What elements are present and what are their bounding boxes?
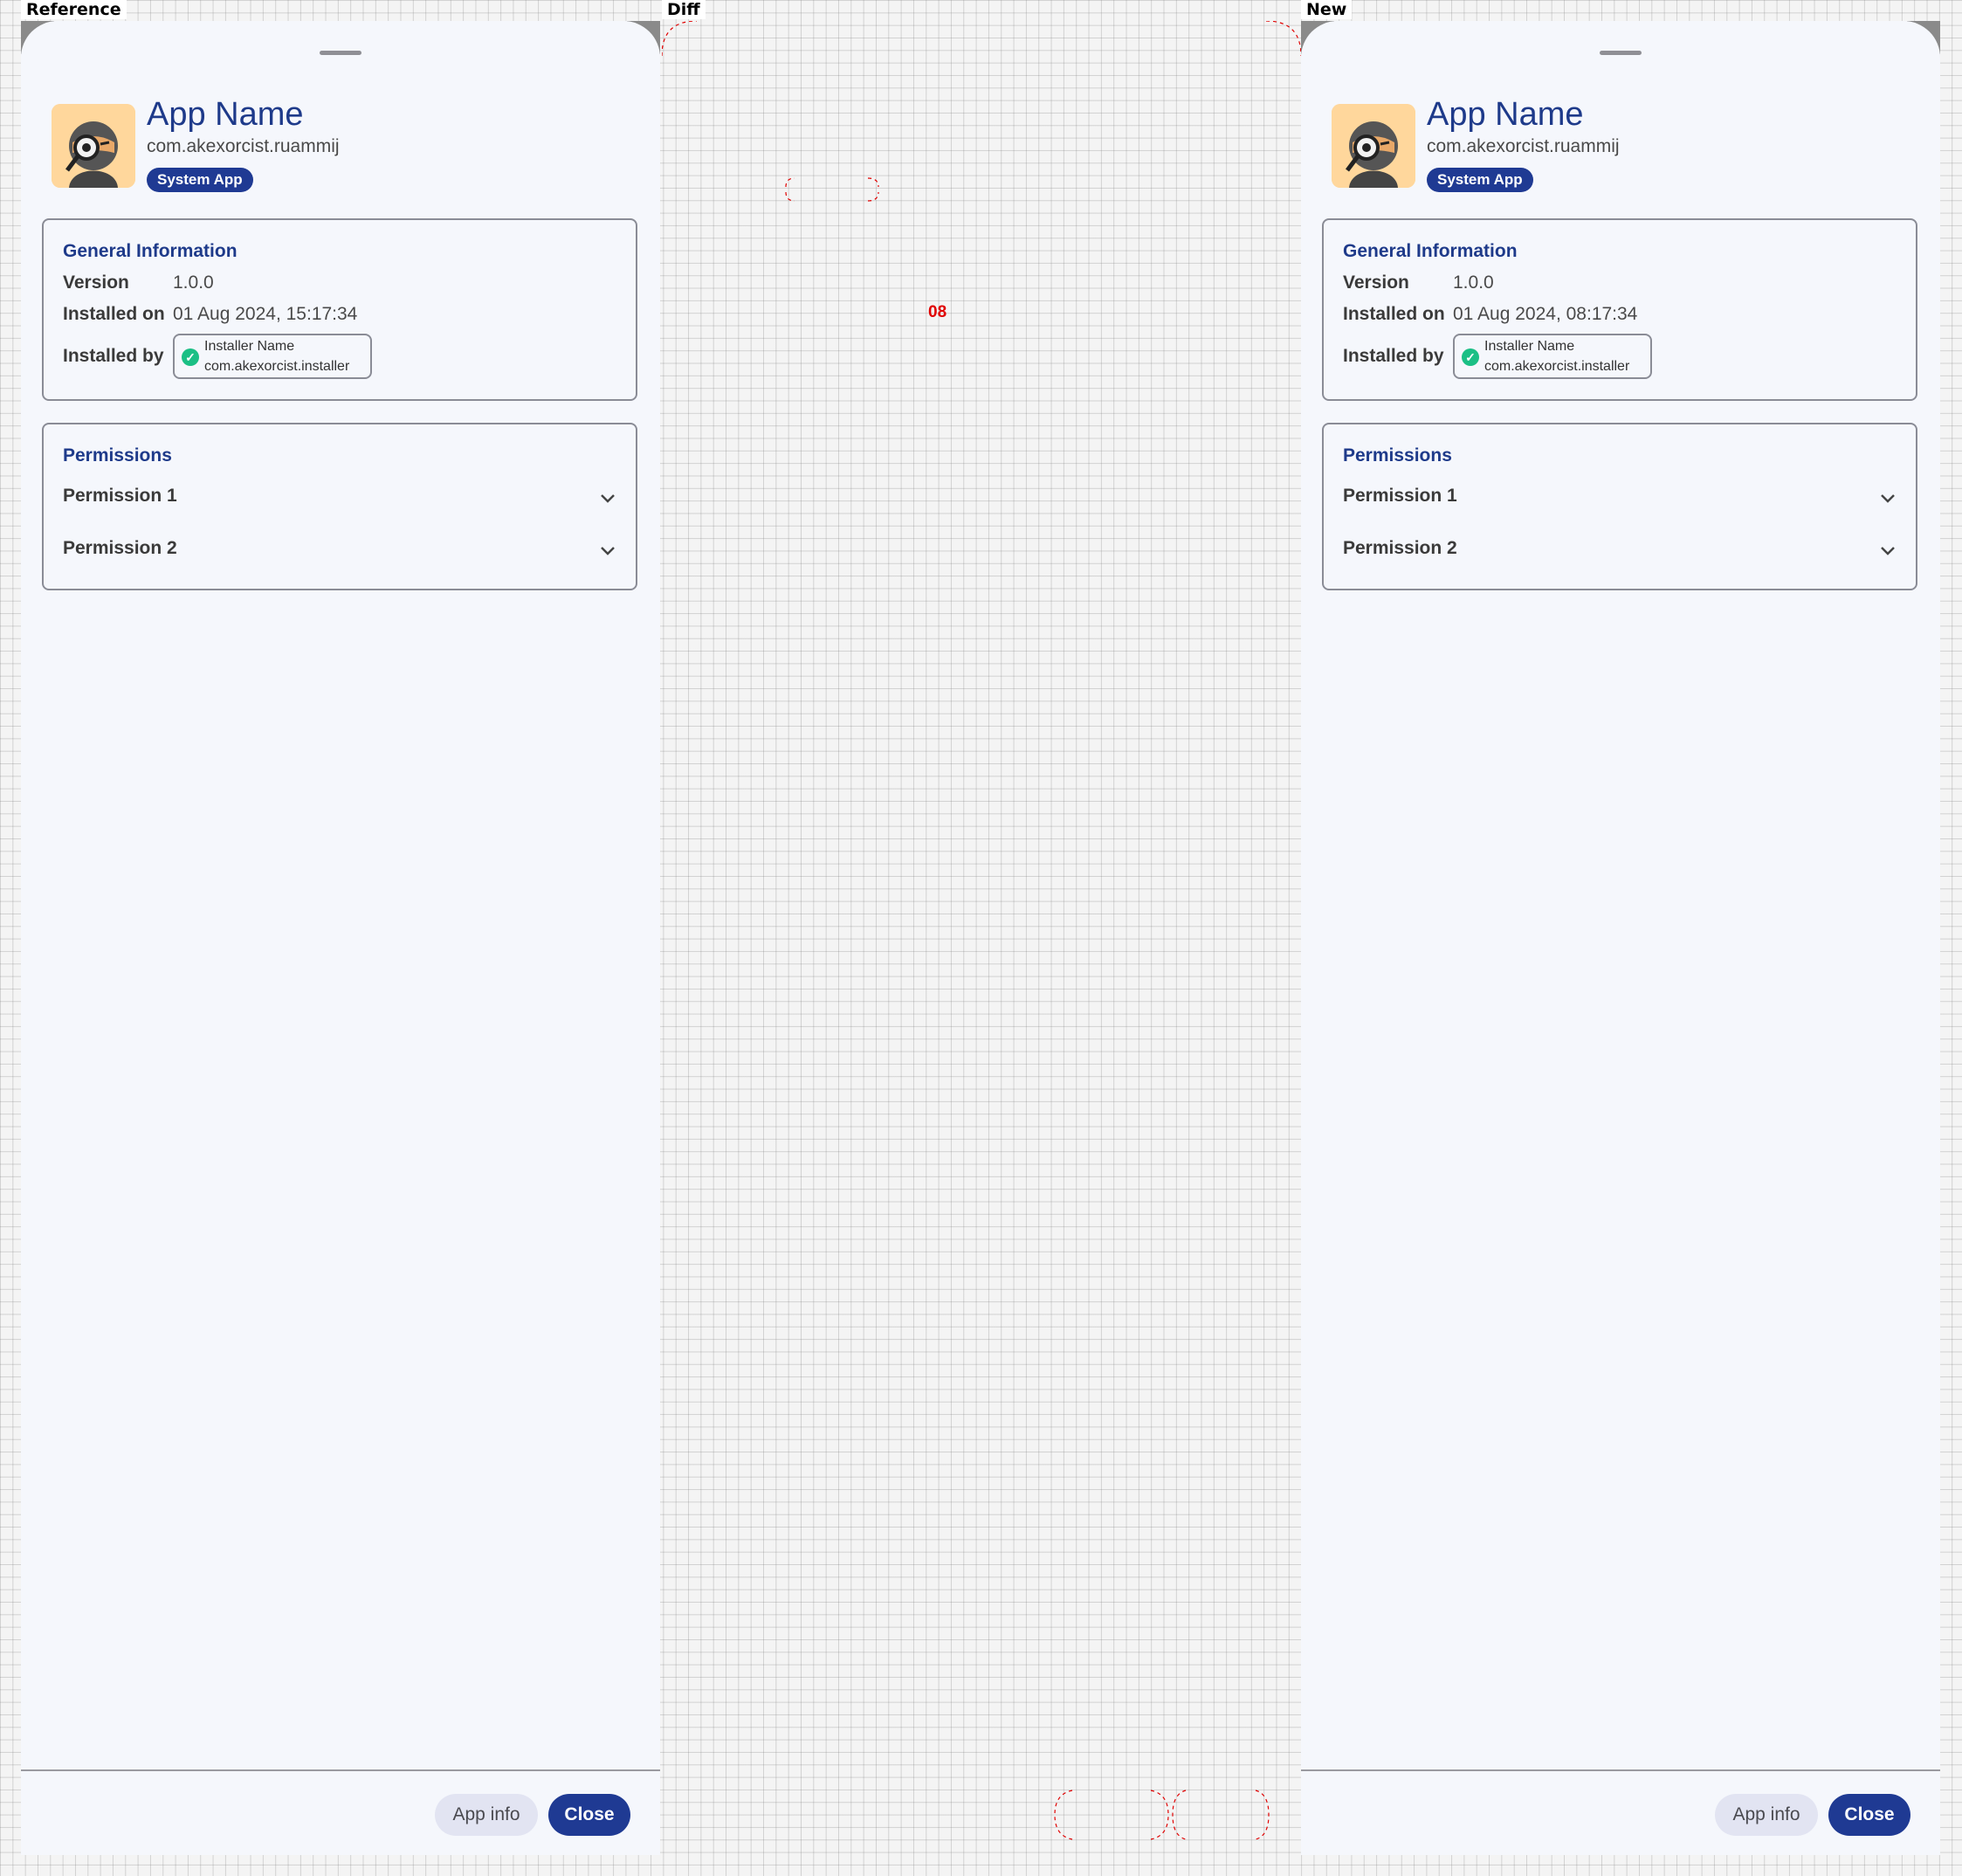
version-value: 1.0.0 (173, 272, 214, 293)
installed-by-label: Installed by (63, 346, 164, 366)
app-name: App Name (1427, 96, 1584, 133)
package-name: com.akexorcist.ruammij (147, 136, 340, 156)
chevron-down-icon[interactable] (1877, 487, 1898, 508)
close-button[interactable]: Close (548, 1794, 630, 1836)
chevron-down-icon[interactable] (1877, 540, 1898, 561)
permission-label: Permission 1 (63, 486, 177, 506)
version-label: Version (63, 272, 129, 293)
installed-on-value: 01 Aug 2024, 08:17:34 (1453, 304, 1638, 324)
footer-divider (1301, 1769, 1940, 1771)
installer-package: com.akexorcist.installer (204, 359, 350, 374)
installed-on-value: 01 Aug 2024, 15:17:34 (173, 304, 358, 324)
drag-handle[interactable] (320, 51, 361, 55)
diff-panel: 08 (662, 21, 1301, 1855)
installer-name: Installer Name (204, 339, 295, 354)
installer-name: Installer Name (1484, 339, 1575, 354)
permission-label: Permission 2 (1343, 538, 1457, 558)
installer-chip[interactable]: ✓ Installer Name com.akexorcist.installe… (173, 334, 372, 379)
card-title: Permissions (1343, 445, 1452, 466)
installer-package: com.akexorcist.installer (1484, 359, 1630, 374)
app-info-button[interactable]: App info (435, 1794, 538, 1836)
installed-by-label: Installed by (1343, 346, 1444, 366)
chevron-down-icon[interactable] (597, 540, 618, 561)
version-label: Version (1343, 272, 1409, 293)
diff-label: Diff (662, 0, 706, 19)
permissions-card: Permissions Permission 1 Permission 2 (42, 423, 637, 590)
drag-handle[interactable] (1600, 51, 1642, 55)
card-title: General Information (1343, 241, 1518, 261)
chevron-down-icon[interactable] (597, 487, 618, 508)
card-title: Permissions (63, 445, 172, 466)
diff-outlines (662, 21, 1301, 1840)
card-title: General Information (63, 241, 238, 261)
permission-item[interactable]: Permission 1 (63, 480, 618, 515)
new-label: New (1301, 0, 1353, 19)
verified-check-icon: ✓ (1462, 348, 1479, 366)
permission-label: Permission 1 (1343, 486, 1457, 506)
installer-chip[interactable]: ✓ Installer Name com.akexorcist.installe… (1453, 334, 1652, 379)
permission-label: Permission 2 (63, 538, 177, 558)
installed-on-label: Installed on (1343, 304, 1445, 324)
permission-item[interactable]: Permission 1 (1343, 480, 1898, 515)
permission-item[interactable]: Permission 2 (63, 533, 618, 568)
reference-label: Reference (21, 0, 127, 19)
app-name: App Name (147, 96, 304, 133)
diff-changed-digits: 08 (928, 303, 947, 321)
app-icon (1332, 104, 1415, 188)
reference-bottom-sheet: App Name com.akexorcist.ruammij System A… (21, 21, 660, 1855)
verified-check-icon: ✓ (182, 348, 199, 366)
system-app-badge: System App (147, 168, 253, 192)
footer-divider (21, 1769, 660, 1771)
package-name: com.akexorcist.ruammij (1427, 136, 1620, 156)
general-information-card: General Information Version 1.0.0 Instal… (42, 218, 637, 401)
installed-on-label: Installed on (63, 304, 165, 324)
permissions-card: Permissions Permission 1 Permission 2 (1322, 423, 1917, 590)
permission-item[interactable]: Permission 2 (1343, 533, 1898, 568)
app-icon (52, 104, 135, 188)
version-value: 1.0.0 (1453, 272, 1494, 293)
general-information-card: General Information Version 1.0.0 Instal… (1322, 218, 1917, 401)
app-info-button[interactable]: App info (1715, 1794, 1818, 1836)
new-bottom-sheet: App Name com.akexorcist.ruammij System A… (1301, 21, 1940, 1855)
close-button[interactable]: Close (1828, 1794, 1910, 1836)
system-app-badge: System App (1427, 168, 1533, 192)
